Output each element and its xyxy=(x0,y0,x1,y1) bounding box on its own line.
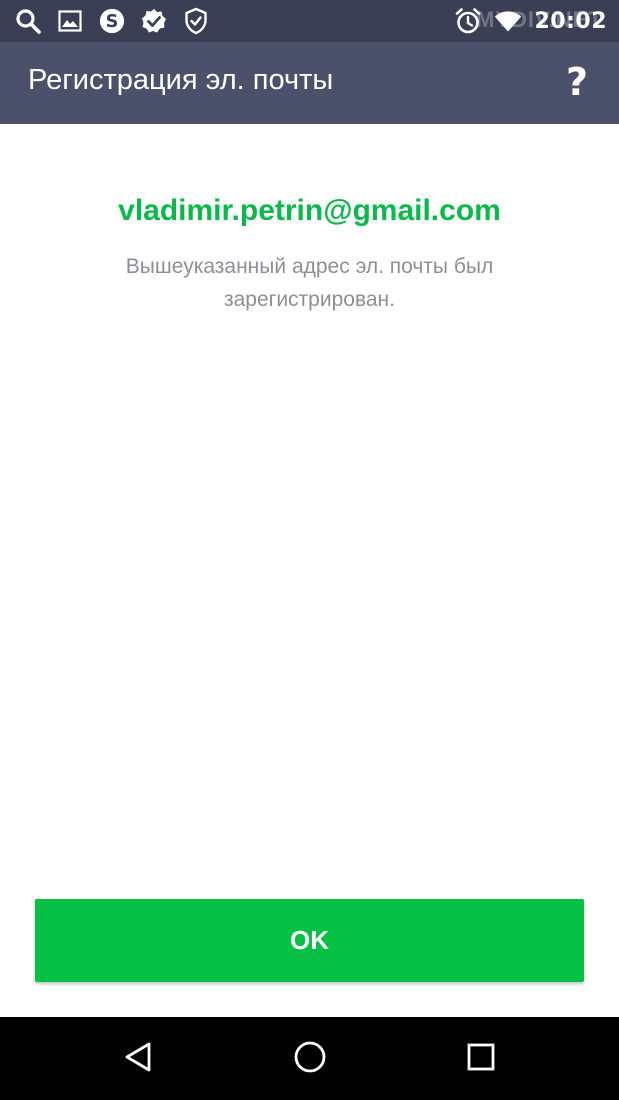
help-icon: ? xyxy=(565,60,589,104)
system-icons: 20:02 xyxy=(454,6,607,36)
home-icon xyxy=(293,1040,327,1079)
wifi-icon xyxy=(494,7,522,35)
shield-check-icon xyxy=(182,7,210,35)
home-button[interactable] xyxy=(288,1037,332,1081)
status-time: 20:02 xyxy=(534,8,607,34)
search-icon xyxy=(14,7,42,35)
ok-button[interactable]: OK xyxy=(35,899,584,982)
registered-email: vladimir.petrin@gmail.com xyxy=(118,194,501,227)
image-icon xyxy=(56,7,84,35)
help-button[interactable]: ? xyxy=(557,58,597,106)
recents-icon xyxy=(466,1042,496,1077)
navigation-bar xyxy=(0,1017,619,1100)
page-title: Регистрация эл. почты xyxy=(28,64,334,96)
svg-text:S: S xyxy=(106,12,119,32)
back-button[interactable] xyxy=(116,1037,160,1081)
recents-button[interactable] xyxy=(459,1037,503,1081)
check-badge-icon xyxy=(140,7,168,35)
app-bar: Регистрация эл. почты ? xyxy=(0,42,619,124)
alarm-icon xyxy=(454,7,482,35)
back-icon xyxy=(123,1041,153,1078)
skype-icon: S xyxy=(98,7,126,35)
status-bar: S MYDIV.NET 20:02 xyxy=(0,0,619,42)
registration-message: Вышеуказанный адрес эл. почты был зареги… xyxy=(125,255,494,311)
registration-content: vladimir.petrin@gmail.com Вышеуказанный … xyxy=(0,124,619,1017)
notification-icons: S xyxy=(14,6,210,36)
